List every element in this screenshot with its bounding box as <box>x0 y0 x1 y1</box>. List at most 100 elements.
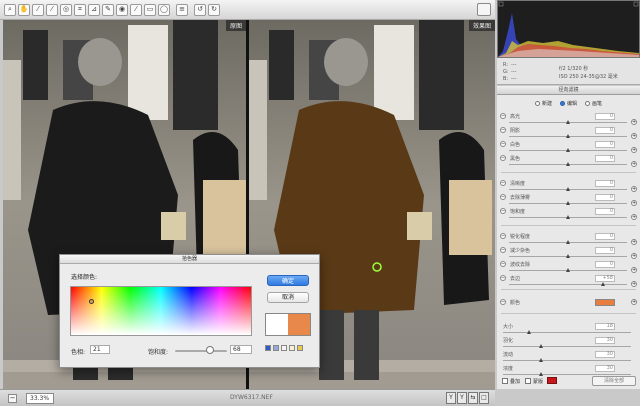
slider-thumb[interactable] <box>566 215 570 219</box>
decrease-icon[interactable]: − <box>500 275 506 281</box>
radio-icon[interactable] <box>559 100 565 106</box>
decrease-icon[interactable]: − <box>500 233 506 239</box>
slider-thumb[interactable] <box>566 201 570 205</box>
zoom-tool-icon[interactable]: ⌕ <box>4 3 16 16</box>
clear-all-button[interactable]: 清除全部 <box>592 376 636 386</box>
slider-value-input[interactable]: 0 <box>595 194 615 201</box>
rotate-cw-icon[interactable]: ↻ <box>208 3 220 16</box>
increase-icon[interactable]: + <box>631 186 637 192</box>
slider-thumb[interactable] <box>566 240 570 244</box>
slider-thumb[interactable] <box>539 358 544 362</box>
slider-thumb[interactable] <box>566 148 570 152</box>
mode-radio-2[interactable]: 编辑 <box>559 100 577 107</box>
decrease-icon[interactable]: − <box>500 113 506 119</box>
mode-radio-3[interactable]: 画笔 <box>585 100 602 107</box>
overlay-checkbox[interactable] <box>502 378 508 384</box>
increase-icon[interactable]: + <box>631 147 637 153</box>
decrease-icon[interactable]: − <box>500 155 506 161</box>
slider-thumb[interactable] <box>566 187 570 191</box>
slider-value-input[interactable]: 18 <box>595 323 615 330</box>
rotate-ccw-icon[interactable]: ↺ <box>194 3 206 16</box>
saturation-slider[interactable] <box>175 350 227 352</box>
slider-track[interactable] <box>503 360 631 361</box>
increase-icon[interactable]: + <box>631 133 637 139</box>
radial-filter-icon[interactable]: ◯ <box>158 3 170 16</box>
slider-track[interactable] <box>503 346 631 347</box>
slider-track[interactable] <box>503 332 631 333</box>
straighten-tool-icon[interactable]: ⊿ <box>88 3 100 16</box>
slider-thumb[interactable] <box>566 268 570 272</box>
radio-icon[interactable] <box>534 100 540 106</box>
mode-radio-1[interactable]: 新建 <box>534 100 552 107</box>
decrease-icon[interactable]: − <box>500 127 506 133</box>
decrease-icon[interactable]: − <box>500 141 506 147</box>
color-swatch[interactable] <box>595 299 615 306</box>
graduated-filter-icon[interactable]: ▭ <box>144 3 156 16</box>
slider-value-input[interactable]: 0 <box>595 127 615 134</box>
decrease-icon[interactable]: − <box>500 261 506 267</box>
slider-thumb[interactable] <box>566 120 570 124</box>
swatch-chip[interactable] <box>273 345 279 351</box>
slider-value-input[interactable]: 0 <box>595 208 615 215</box>
slider-thumb[interactable] <box>566 254 570 258</box>
zoom-level-dropdown[interactable]: 33.3% <box>26 393 54 404</box>
view-mode-button-2[interactable]: Y <box>457 392 467 404</box>
zoom-out-button[interactable]: − <box>8 394 17 403</box>
swatch-chip[interactable] <box>289 345 295 351</box>
slider-value-input[interactable]: 0 <box>595 180 615 187</box>
preferences-icon[interactable]: ≡ <box>176 3 188 16</box>
swatch-chip[interactable] <box>265 345 271 351</box>
swatch-chip[interactable] <box>297 345 303 351</box>
increase-icon[interactable]: + <box>631 214 637 220</box>
view-mode-button-1[interactable]: Y <box>446 392 456 404</box>
red-eye-tool-icon[interactable]: ◉ <box>116 3 128 16</box>
slider-value-input[interactable]: 0 <box>595 247 615 254</box>
decrease-icon[interactable]: − <box>500 247 506 253</box>
slider-value-input[interactable]: 0 <box>595 141 615 148</box>
slider-thumb[interactable] <box>526 330 531 334</box>
slider-value-input[interactable]: 0 <box>595 155 615 162</box>
color-sampler-tool-icon[interactable]: ⁄ <box>46 3 58 16</box>
increase-icon[interactable]: + <box>631 161 637 167</box>
view-mode-button-3[interactable]: ⇆ <box>468 392 478 404</box>
slider-thumb[interactable] <box>566 162 570 166</box>
slider-value-input[interactable]: 30 <box>595 365 615 372</box>
mask-color-swatch[interactable] <box>547 377 557 384</box>
crop-tool-icon[interactable]: ⌗ <box>74 3 86 16</box>
hue-input[interactable]: 21 <box>90 345 110 354</box>
increase-icon[interactable]: + <box>631 299 637 305</box>
increase-icon[interactable]: + <box>631 281 637 287</box>
radio-icon[interactable] <box>585 100 590 106</box>
slider-thumb[interactable] <box>566 134 570 138</box>
decrease-icon[interactable]: − <box>500 194 506 200</box>
increase-icon[interactable]: + <box>631 253 637 259</box>
saturation-input[interactable]: 68 <box>230 345 252 354</box>
slider-value-input[interactable]: 30 <box>595 351 615 358</box>
slider-track[interactable] <box>509 284 627 285</box>
color-picker-marker[interactable] <box>89 299 94 304</box>
cancel-button[interactable]: 取消 <box>267 292 309 303</box>
increase-icon[interactable]: + <box>631 267 637 273</box>
spot-removal-tool-icon[interactable]: ✎ <box>102 3 114 16</box>
adjustment-brush-icon[interactable]: ⁄ <box>130 3 142 16</box>
increase-icon[interactable]: + <box>631 119 637 125</box>
color-spectrum[interactable] <box>70 286 252 336</box>
slider-value-input[interactable]: +58 <box>595 275 615 282</box>
increase-icon[interactable]: + <box>631 239 637 245</box>
slider-thumb[interactable] <box>601 282 606 286</box>
hand-tool-icon[interactable]: ✋ <box>18 3 30 16</box>
white-balance-tool-icon[interactable]: ⁄ <box>32 3 44 16</box>
decrease-icon[interactable]: − <box>500 299 506 305</box>
swatch-chip[interactable] <box>281 345 287 351</box>
decrease-icon[interactable]: − <box>500 180 506 186</box>
targeted-adjustment-tool-icon[interactable]: ◎ <box>60 3 72 16</box>
slider-value-input[interactable]: 30 <box>595 337 615 344</box>
toggle-fullscreen-button[interactable] <box>477 3 491 16</box>
ok-button[interactable]: 确定 <box>267 275 309 286</box>
saturation-slider-thumb[interactable] <box>206 346 215 354</box>
slider-value-input[interactable]: 0 <box>595 261 615 268</box>
slider-value-input[interactable]: 0 <box>595 233 615 240</box>
view-mode-button-4[interactable]: □ <box>479 392 489 404</box>
slider-thumb[interactable] <box>539 344 544 348</box>
slider-value-input[interactable]: 0 <box>595 113 615 120</box>
